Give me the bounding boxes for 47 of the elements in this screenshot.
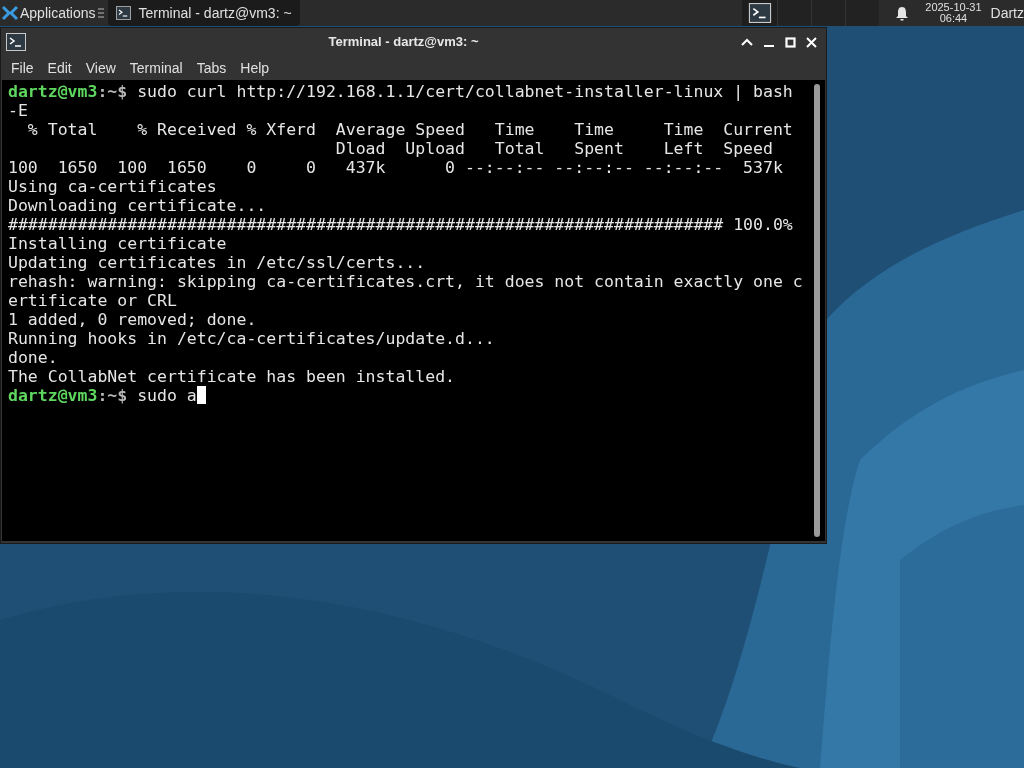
workspace-switcher[interactable]	[742, 0, 778, 26]
menu-item[interactable]: View	[79, 57, 122, 79]
output-line: 1 added, 0 removed; done.	[8, 310, 257, 329]
menu-item[interactable]: Edit	[41, 57, 78, 79]
output-line: -E	[8, 101, 28, 120]
menu-item[interactable]: Tabs	[190, 57, 233, 79]
app-menu-icon	[2, 5, 18, 21]
close-icon[interactable]	[806, 36, 817, 48]
prompt-user: dartz@vm3	[8, 82, 98, 101]
output-line: The CollabNet certificate has been installed.	[8, 367, 456, 386]
maximize-icon[interactable]	[785, 36, 796, 48]
menu-item[interactable]: File	[5, 57, 40, 79]
shade-icon[interactable]	[741, 37, 753, 47]
menu-item[interactable]: Help	[234, 57, 276, 79]
output-line: Updating certificates in /etc/ssl/certs...	[8, 253, 426, 272]
menu-item[interactable]: Terminal	[123, 57, 189, 79]
command-text: sudo a	[136, 386, 197, 405]
output-line: rehash: warning: skipping ca-certificates.crt, it does not contain exactly one c	[8, 272, 803, 291]
output-line: done.	[8, 348, 58, 367]
menu-icon	[97, 8, 104, 18]
applications-menu[interactable]: Applications	[0, 0, 108, 26]
output-line: Using ca-certificates	[8, 177, 217, 196]
terminal-icon	[115, 6, 131, 20]
output-line: % Total % Received % Xferd Average Speed Time Time Time Current	[26, 120, 793, 139]
output-line: ######################################################################## 100.0%	[8, 215, 793, 234]
workspace-switcher[interactable]	[811, 0, 846, 26]
date-text: 2025-10-31	[925, 2, 982, 13]
prompt-path: :~$	[97, 386, 128, 405]
output-line: Installing certificate	[8, 234, 227, 253]
output-line: Running hooks in /etc/ca-certificates/update.d...	[8, 329, 495, 348]
taskbar-button[interactable]: Terminal - dartz@vm3: ~	[107, 0, 300, 26]
prompt-user: dartz@vm3	[8, 386, 98, 405]
output-line: Dload Upload Total Spent Left Speed	[334, 139, 773, 158]
command-text: sudo curl http://192.168.1.1/cert/collabnet-installer-linux | bash	[136, 82, 793, 101]
terminal-icon	[6, 33, 26, 51]
time-text: 06:44	[939, 13, 968, 24]
window-title: Terminal - dartz@vm3: ~	[327, 33, 480, 52]
output-line: ertificate or CRL	[8, 291, 177, 310]
output-line: 100 1650 100 1650 0 0 437k 0 --:--:-- --:--:-- --:--:-- 537k	[8, 158, 783, 177]
workspace-switcher[interactable]	[777, 0, 812, 26]
user-menu[interactable]: Dartz	[990, 2, 1024, 24]
clock[interactable]: 2025-10-31 06:44	[925, 2, 982, 24]
workspace-switcher[interactable]	[845, 0, 880, 26]
terminal-icon	[747, 3, 772, 23]
prompt-path: :~$	[97, 82, 128, 101]
notification-bell-icon[interactable]	[895, 5, 910, 21]
output-line: Downloading certificate...	[8, 196, 267, 215]
